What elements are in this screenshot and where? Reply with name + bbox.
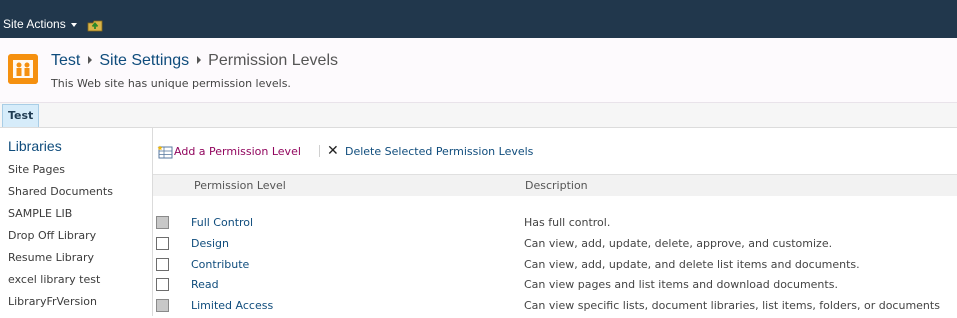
add-permission-level-link[interactable]: Add a Permission Level: [174, 145, 301, 158]
permission-level-link[interactable]: Full Control: [191, 216, 253, 229]
add-permission-level-icon[interactable]: [157, 145, 173, 159]
permission-level-description: Has full control.: [524, 216, 611, 229]
row-checkbox: [156, 299, 169, 312]
table-row: Contribute Can view, add, update, and de…: [153, 256, 957, 277]
chevron-down-icon: [70, 22, 77, 27]
navigate-up-icon[interactable]: [87, 17, 103, 33]
breadcrumb: Test Site Settings Permission Levels: [51, 52, 338, 70]
permission-level-link[interactable]: Limited Access: [191, 299, 273, 312]
ql-item-shared-documents[interactable]: Shared Documents: [8, 185, 113, 198]
top-link-bar: Test: [0, 103, 957, 128]
permission-level-link[interactable]: Read: [191, 278, 219, 291]
ql-heading-libraries[interactable]: Libraries: [8, 138, 62, 154]
permission-level-description: Can view, add, update, delete, approve, …: [524, 237, 833, 250]
breadcrumb-separator-icon: [88, 55, 93, 64]
list-toolbar: Add a Permission Level ✕ Delete Selected…: [153, 128, 957, 174]
permission-level-description: Can view specific lists, document librar…: [524, 299, 940, 312]
quick-launch: Libraries Site Pages Shared Documents SA…: [0, 128, 153, 316]
table-row: Design Can view, add, update, delete, ap…: [153, 235, 957, 256]
site-logo-icon[interactable]: [8, 54, 38, 84]
row-checkbox[interactable]: [156, 237, 169, 250]
tab-test[interactable]: Test: [2, 104, 40, 127]
row-checkbox[interactable]: [156, 258, 169, 271]
permission-level-link[interactable]: Contribute: [191, 258, 249, 271]
title-area: Test Site Settings Permission Levels This …: [0, 38, 957, 103]
ribbon-bar: Site Actions: [0, 0, 957, 38]
column-header-description: Description: [525, 179, 588, 192]
ql-item-excel-library-test[interactable]: excel library test: [8, 273, 100, 286]
table-header: Permission Level Description: [153, 174, 957, 196]
delete-permission-levels-link[interactable]: Delete Selected Permission Levels: [345, 145, 533, 158]
table-row: Read Can view pages and list items and d…: [153, 276, 957, 297]
ql-item-drop-off-library[interactable]: Drop Off Library: [8, 229, 96, 242]
row-checkbox[interactable]: [156, 278, 169, 291]
toolbar-separator: [319, 145, 320, 157]
ql-item-sample-lib[interactable]: SAMPLE LIB: [8, 207, 72, 220]
ql-item-resume-library[interactable]: Resume Library: [8, 251, 94, 264]
site-actions-menu[interactable]: Site Actions: [3, 17, 77, 31]
breadcrumb-link-site-settings[interactable]: Site Settings: [99, 52, 189, 69]
column-header-permission-level: Permission Level: [194, 179, 286, 192]
permission-level-description: Can view pages and list items and downlo…: [524, 278, 838, 291]
ql-item-library-fr-version[interactable]: LibraryFrVersion: [8, 295, 97, 308]
row-checkbox: [156, 216, 169, 229]
breadcrumb-current-page: Permission Levels: [208, 52, 338, 69]
table-row: Full Control Has full control.: [153, 214, 957, 235]
delete-icon[interactable]: ✕: [327, 143, 339, 159]
breadcrumb-link-site[interactable]: Test: [51, 52, 80, 69]
table-row: Limited Access Can view specific lists, …: [153, 297, 957, 318]
breadcrumb-separator-icon: [197, 55, 202, 64]
site-actions-label: Site Actions: [3, 17, 66, 31]
permission-level-description: Can view, add, update, and delete list i…: [524, 258, 860, 271]
page-description: This Web site has unique permission leve…: [51, 77, 291, 90]
ql-item-site-pages[interactable]: Site Pages: [8, 163, 65, 176]
permission-level-link[interactable]: Design: [191, 237, 229, 250]
